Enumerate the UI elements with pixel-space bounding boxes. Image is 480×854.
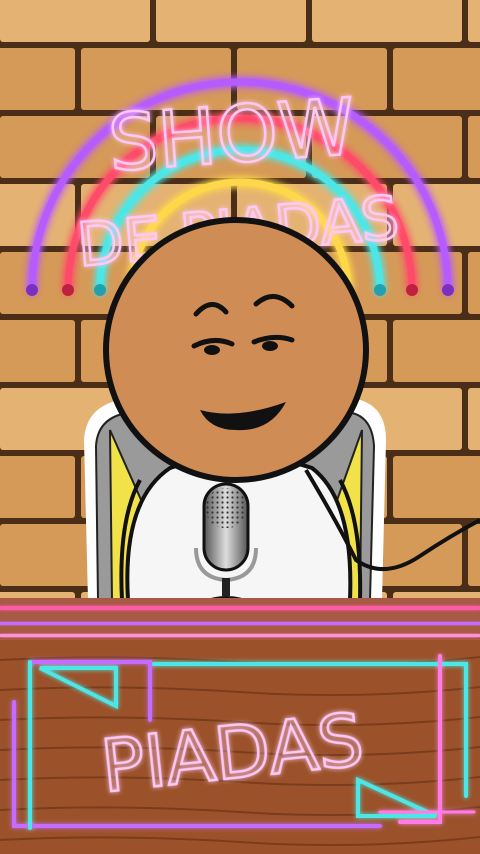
brick [312, 0, 462, 42]
brick [0, 456, 75, 518]
comedy-show-scene: SHOW DE PIADAS PIADAS [0, 0, 480, 854]
brick [0, 48, 75, 110]
brick [0, 0, 150, 42]
brick [393, 320, 480, 382]
brick [468, 0, 480, 42]
brick [156, 0, 306, 42]
brick [0, 320, 75, 382]
brick [393, 48, 480, 110]
brick [468, 116, 480, 178]
character-head [103, 217, 369, 483]
brick [468, 252, 480, 314]
brick [468, 388, 480, 450]
sign-title-line1: SHOW [106, 83, 358, 190]
brick [393, 456, 480, 518]
brick [468, 524, 480, 586]
